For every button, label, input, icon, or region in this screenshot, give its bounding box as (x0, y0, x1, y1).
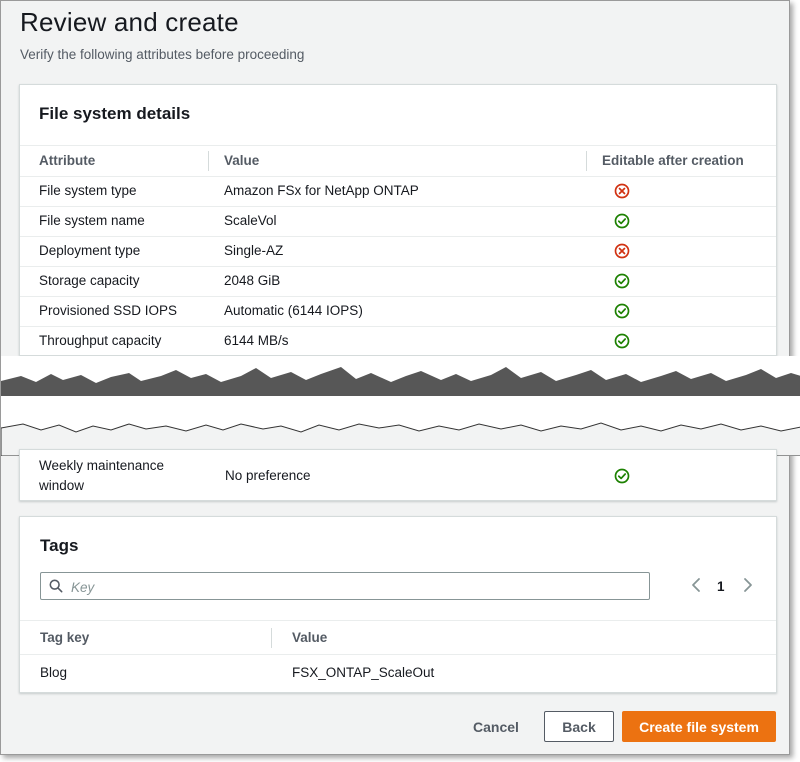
create-file-system-button[interactable]: Create file system (622, 711, 776, 742)
torn-page-divider (1, 356, 800, 456)
attribute-cell: Weekly maintenance (39, 458, 165, 473)
search-icon (49, 579, 63, 593)
value-cell: 2048 GiB (224, 273, 281, 288)
attribute-cell: window (39, 478, 85, 493)
attribute-cell: File system type (39, 183, 137, 198)
value-cell: No preference (225, 468, 311, 483)
table-row: Throughput capacity 6144 MB/s (20, 326, 776, 356)
tags-title: Tags (40, 536, 79, 555)
column-header-tag-key: Tag key (40, 630, 90, 645)
column-header-attribute: Attribute (39, 153, 96, 168)
table-row: Storage capacity 2048 GiB (20, 266, 776, 297)
window-frame: Review and create Verify the following a… (0, 0, 800, 755)
table-row: Blog FSX_ONTAP_ScaleOut (20, 654, 776, 691)
value-cell: Amazon FSx for NetApp ONTAP (224, 183, 419, 198)
tags-card: Tags Tag key Value Blog FSX_ONTAP_ScaleO… (19, 516, 777, 693)
value-cell: Single-AZ (224, 243, 284, 258)
attribute-cell: Provisioned SSD IOPS (39, 303, 178, 318)
tag-value-cell: FSX_ONTAP_ScaleOut (292, 665, 435, 680)
chevron-right-icon[interactable] (742, 577, 754, 593)
check-circle-icon (614, 303, 630, 319)
attribute-cell: File system name (39, 213, 145, 228)
column-divider (208, 151, 209, 171)
check-circle-icon (614, 213, 630, 229)
value-cell: Automatic (6144 IOPS) (224, 303, 363, 318)
column-divider (586, 151, 587, 171)
file-system-details-title: File system details (39, 104, 191, 123)
file-system-details-card-continued: Weekly maintenance window No preference (19, 449, 777, 501)
x-circle-icon (614, 183, 630, 199)
check-circle-icon (614, 273, 630, 289)
check-circle-icon (614, 468, 630, 484)
column-header-value: Value (224, 153, 260, 168)
value-cell: 6144 MB/s (224, 333, 289, 348)
attribute-cell: Throughput capacity (39, 333, 162, 348)
page-title: Review and create (20, 7, 239, 37)
page-subtitle: Verify the following attributes before p… (20, 47, 305, 62)
page-number[interactable]: 1 (717, 579, 725, 594)
attribute-cell: Storage capacity (39, 273, 140, 288)
file-system-details-card: File system details Attribute Value Edit… (19, 84, 777, 356)
tag-search-field[interactable] (40, 572, 650, 600)
table-row: File system name ScaleVol (20, 206, 776, 237)
table-row: Deployment type Single-AZ (20, 236, 776, 267)
attribute-cell: Deployment type (39, 243, 141, 258)
column-header-tag-value: Value (292, 630, 328, 645)
table-row: File system type Amazon FSx for NetApp ON… (20, 176, 776, 207)
details-table-header: Attribute Value Editable after creation (20, 145, 776, 177)
column-divider (271, 628, 272, 648)
value-cell: ScaleVol (224, 213, 277, 228)
check-circle-icon (614, 333, 630, 349)
tag-key-cell: Blog (40, 665, 68, 680)
back-button[interactable]: Back (544, 711, 614, 742)
x-circle-icon (614, 243, 630, 259)
tag-search-input[interactable] (69, 577, 633, 597)
cancel-button[interactable]: Cancel (463, 711, 529, 742)
tags-table-header: Tag key Value (20, 620, 776, 655)
column-header-editable: Editable after creation (602, 153, 744, 168)
chevron-left-icon[interactable] (690, 577, 702, 593)
table-row: Weekly maintenance window No preference (20, 450, 776, 500)
table-row: Provisioned SSD IOPS Automatic (6144 IOPS… (20, 296, 776, 327)
